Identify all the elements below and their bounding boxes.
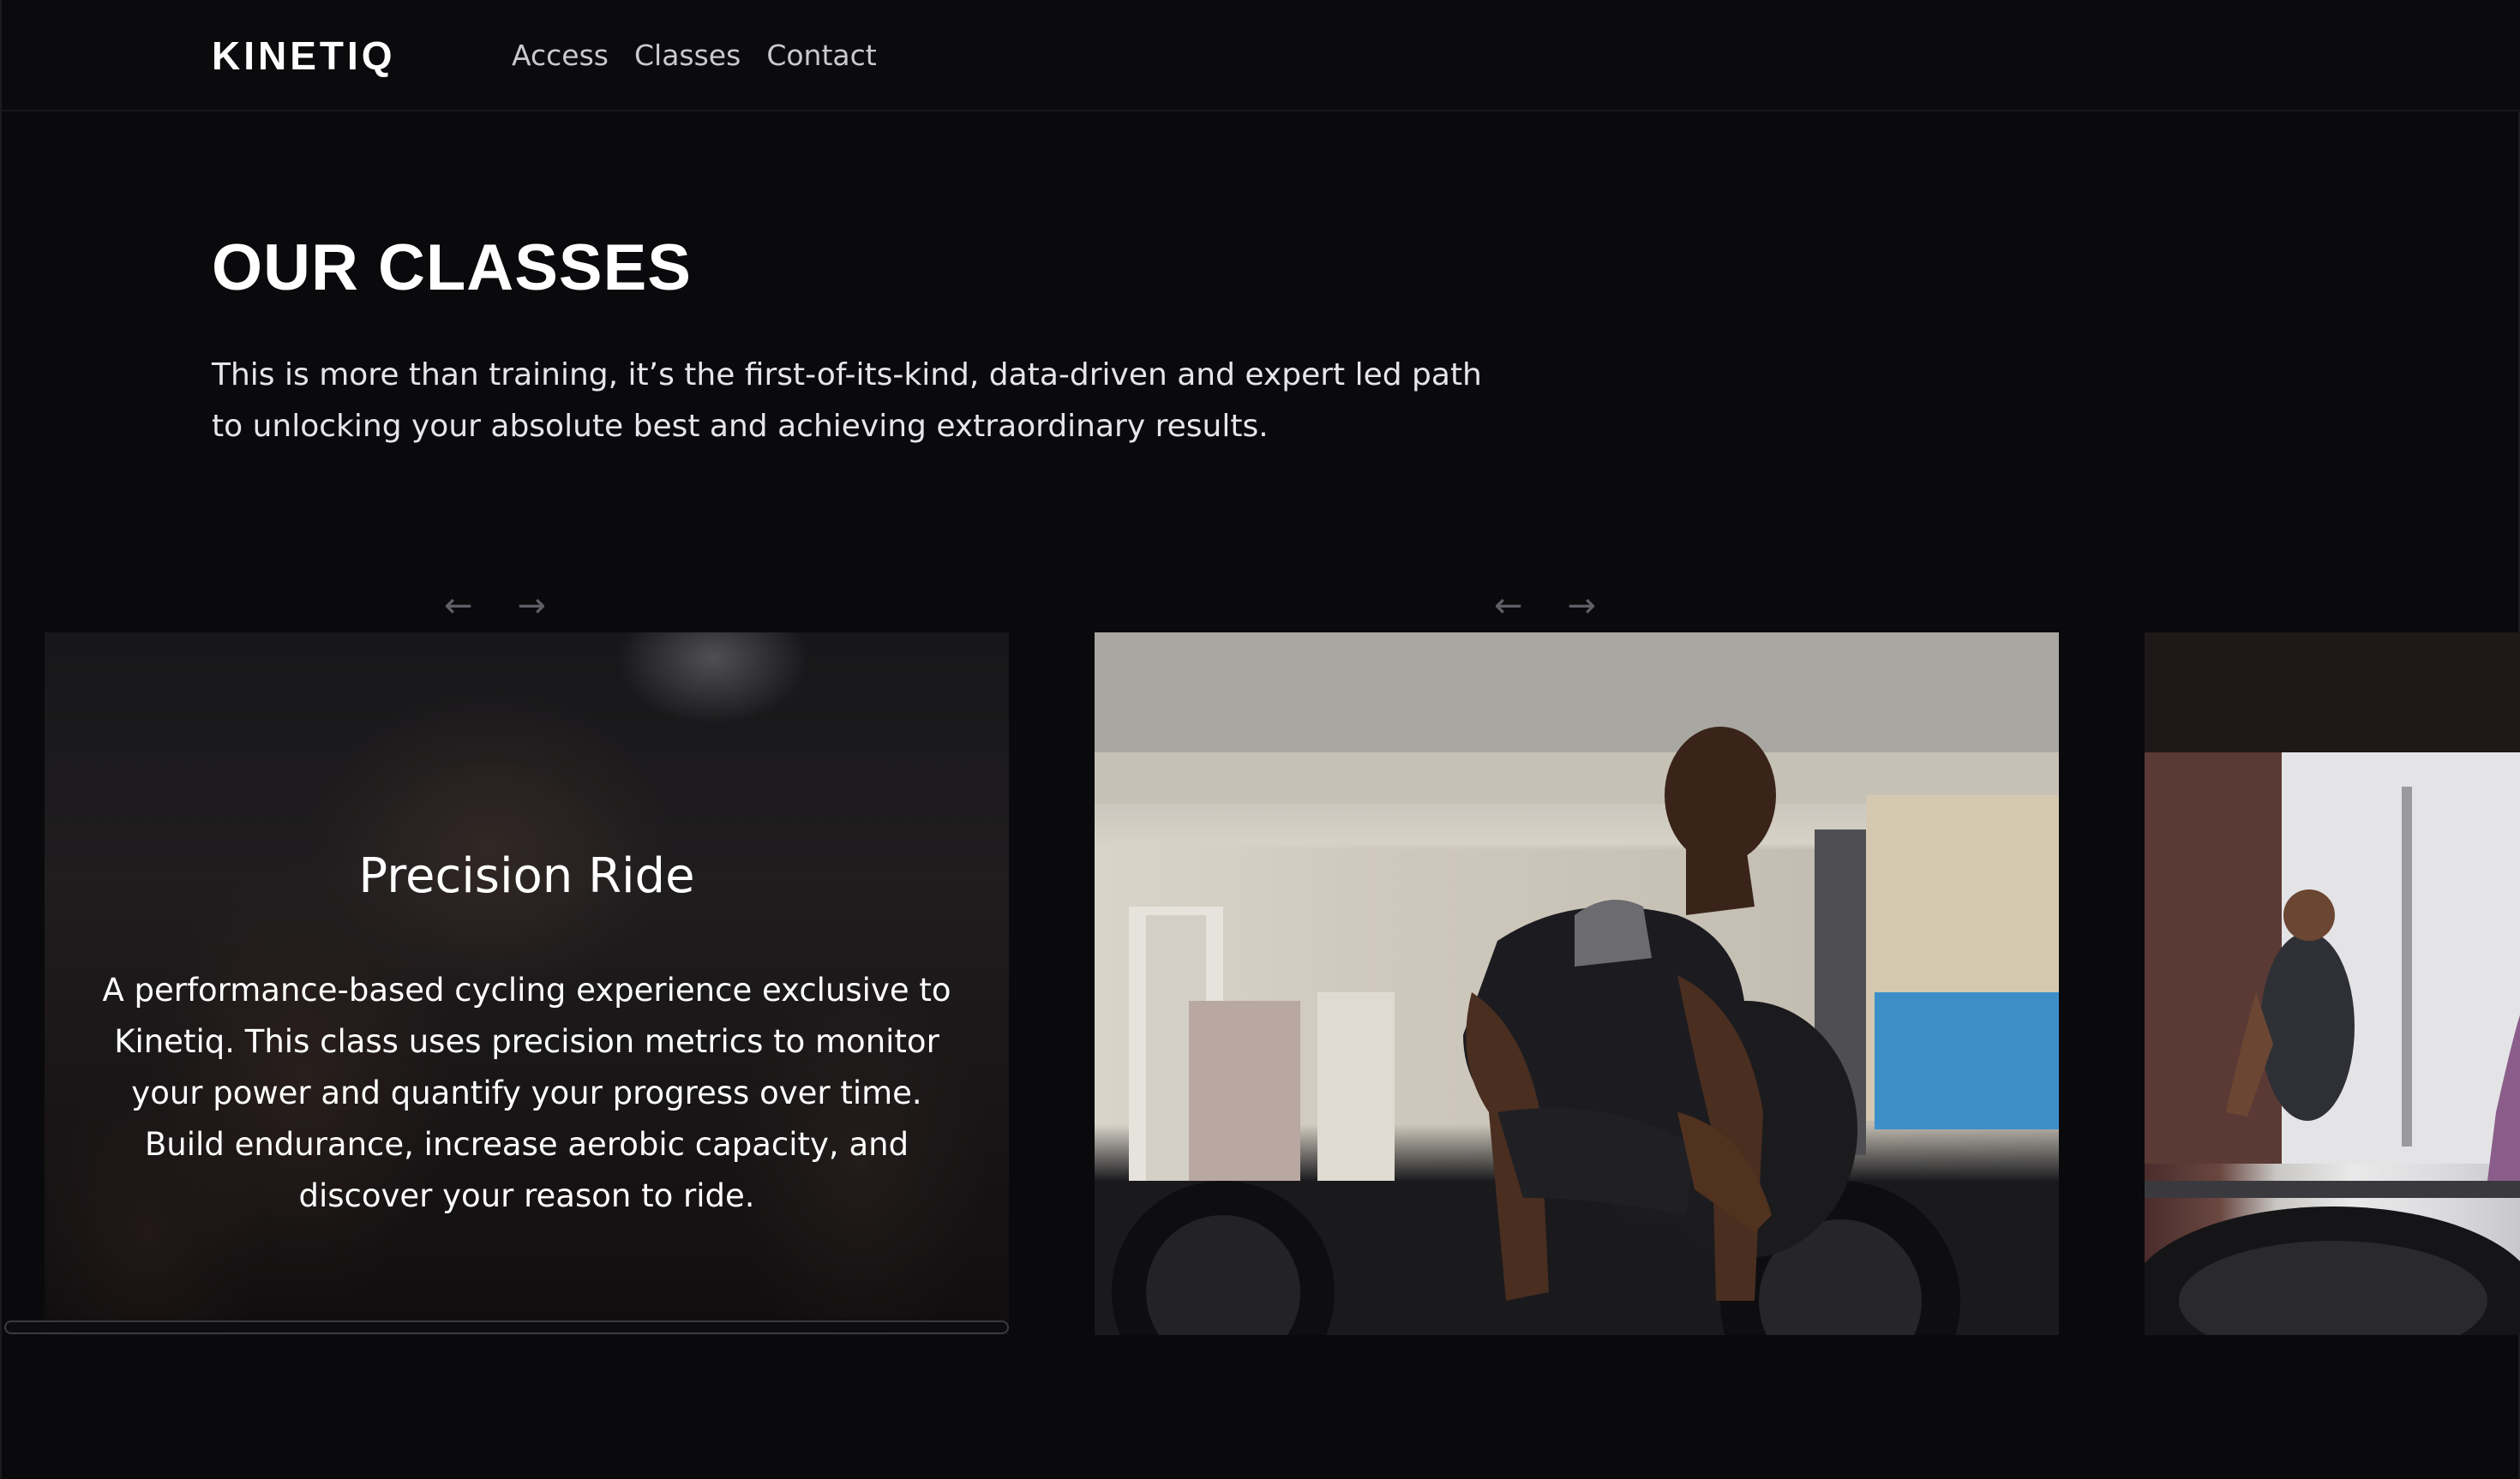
arrow-right-icon[interactable]: → (1568, 584, 1597, 627)
arrow-right-icon[interactable]: → (518, 584, 547, 627)
page-title: OUR CLASSES (212, 231, 692, 304)
main-nav: Access Classes Contact (512, 36, 877, 75)
nav-link-access[interactable]: Access (512, 36, 609, 75)
arrow-left-icon[interactable]: ← (1494, 584, 1523, 627)
arrow-left-icon[interactable]: ← (444, 584, 473, 627)
carousel-scrollbar[interactable] (4, 1320, 1009, 1334)
class-card-image[interactable] (1095, 632, 2059, 1335)
class-card-image[interactable] (2145, 632, 2520, 1335)
brand-logo[interactable]: KINETIQ (212, 34, 396, 77)
class-card-precision-ride[interactable]: Precision Ride A performance-based cycli… (45, 632, 1009, 1335)
gym-photo (2145, 632, 2520, 1335)
card-description: A performance-based cycling experience e… (102, 972, 951, 1214)
card-title: Precision Ride (358, 848, 695, 904)
carousel-controls-secondary: ← → (1494, 584, 1596, 627)
weightlifter-photo (1095, 632, 2059, 1335)
page: KINETIQ Access Classes Contact OUR CLASS… (0, 0, 2520, 1479)
nav-link-contact[interactable]: Contact (766, 36, 876, 75)
nav-link-classes[interactable]: Classes (634, 36, 741, 75)
intro-paragraph: This is more than training, it’s the fir… (212, 357, 1482, 444)
carousel-controls-primary: ← → (444, 584, 546, 627)
navbar: KINETIQ Access Classes Contact (2, 0, 2520, 111)
